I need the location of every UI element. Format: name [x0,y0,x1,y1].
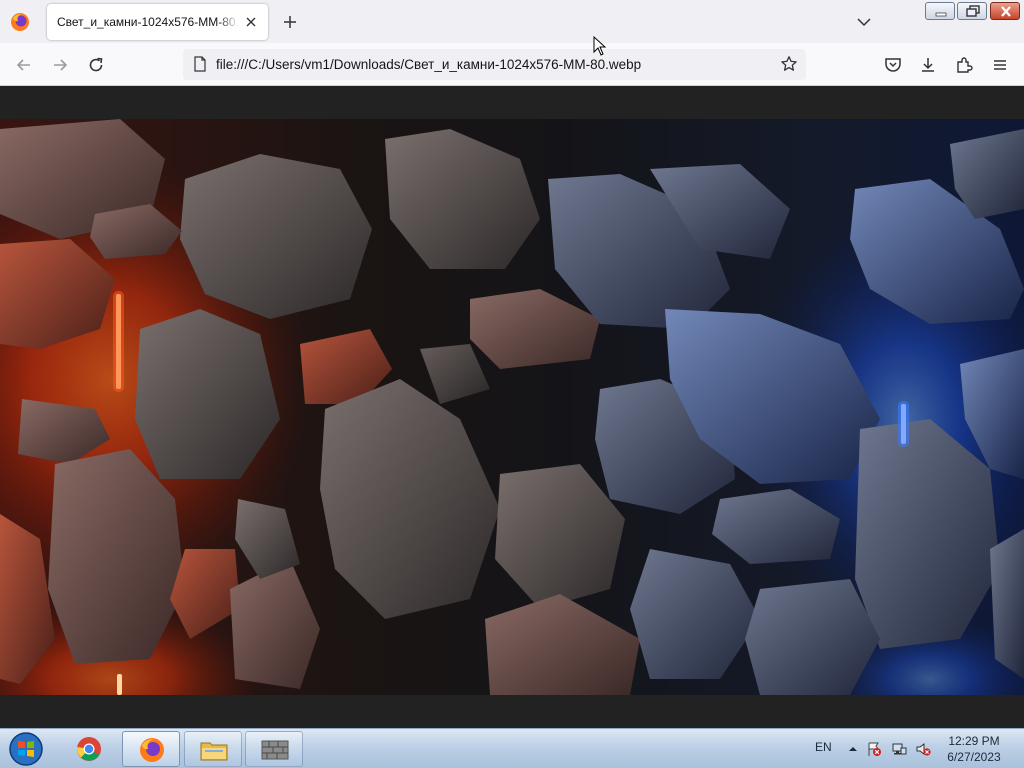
action-center-flag-icon[interactable] [866,741,882,757]
back-arrow-icon[interactable] [14,55,34,75]
input-language-indicator[interactable]: EN [815,740,832,754]
list-all-tabs-chevron-icon[interactable] [855,13,873,31]
volume-muted-icon[interactable] [915,741,931,757]
windows-firewall-icon [261,740,289,760]
taskbar-firefox[interactable] [122,731,180,767]
close-window-button[interactable] [990,2,1020,20]
bookmark-star-icon[interactable] [780,55,798,73]
network-icon[interactable] [891,741,907,757]
close-window-icon [1001,6,1011,17]
file-explorer-icon [200,742,228,761]
page-viewport [0,86,1024,728]
navigation-toolbar: file:///C:/Users/vm1/Downloads/Свет_и_ка… [0,43,1024,86]
tab-strip: Свет_и_камни-1024x576-MM-80.webp [0,0,1024,43]
browser-tab[interactable]: Свет_и_камни-1024x576-MM-80.webp [47,4,268,40]
firefox-icon [140,738,164,762]
firefox-icon [11,13,29,31]
downloads-icon[interactable] [918,55,938,75]
pocket-icon[interactable] [883,55,903,75]
mouse-cursor-icon [593,36,607,56]
minimize-icon [935,12,947,17]
system-clock[interactable]: 12:29 PM 6/27/2023 [940,733,1008,765]
taskbar-file-explorer[interactable] [184,731,242,767]
windows-taskbar: EN 12:29 PM 6/27/2023 [0,728,1024,768]
restore-icon [966,5,980,17]
rocks-red-blue-light-image[interactable] [0,119,1024,695]
new-tab-plus-icon[interactable] [280,12,300,32]
taskbar-firewall[interactable] [245,731,303,767]
address-bar[interactable]: file:///C:/Users/vm1/Downloads/Свет_и_ка… [183,49,806,80]
reload-icon[interactable] [86,55,106,75]
taskbar-chrome[interactable] [60,731,118,767]
tab-title: Свет_и_камни-1024x576-MM-80.webp [57,15,239,29]
clock-time: 12:29 PM [948,734,1000,748]
menu-hamburger-icon[interactable] [990,55,1010,75]
clock-date: 6/27/2023 [947,750,1001,764]
restore-button[interactable] [957,2,987,20]
show-hidden-icons-arrow-icon[interactable] [845,741,861,757]
windows-start-button[interactable] [6,730,46,768]
url-text[interactable]: file:///C:/Users/vm1/Downloads/Свет_и_ка… [216,57,641,72]
extensions-icon[interactable] [954,55,974,75]
minimize-button[interactable] [925,2,955,20]
rocks-image-artwork [0,119,1024,695]
close-tab-icon[interactable] [242,13,260,31]
page-icon [194,56,206,72]
forward-arrow-icon[interactable] [50,55,70,75]
chrome-icon [77,737,101,761]
